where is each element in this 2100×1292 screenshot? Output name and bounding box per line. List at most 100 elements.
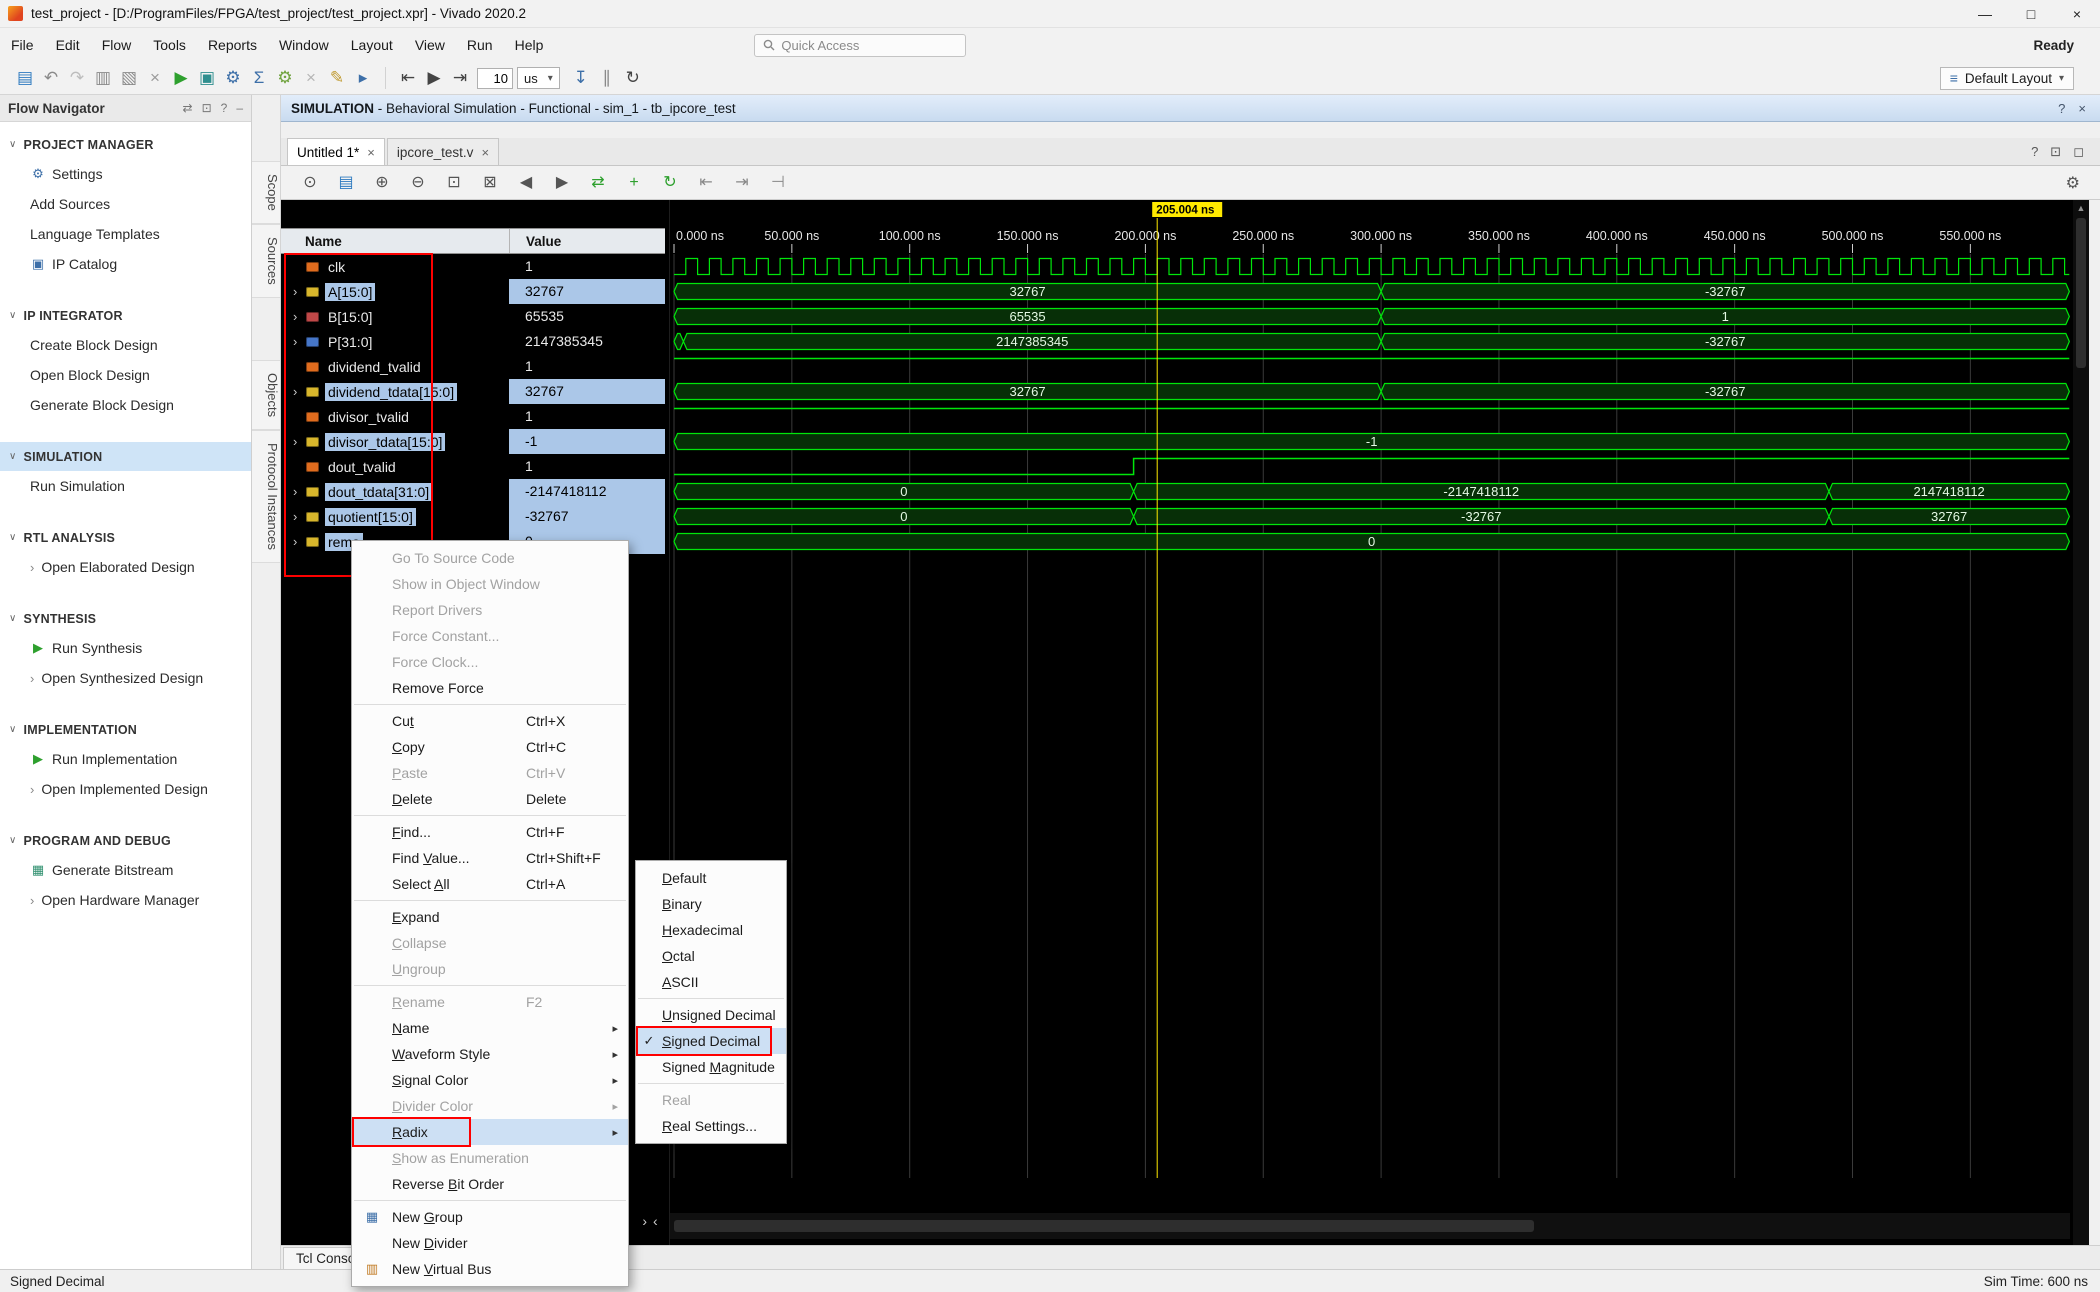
fn-section-header-synthesis[interactable]: ∨SYNTHESIS <box>0 604 251 633</box>
goto-start-icon[interactable]: ⇤ <box>695 172 717 194</box>
goto-end-icon[interactable]: ⇥ <box>731 172 753 194</box>
menu-item-binary[interactable]: Binary <box>636 891 786 917</box>
signal-row-a-15-0[interactable]: ›A[15:0]32767 <box>281 279 665 304</box>
expand-signal-icon[interactable]: › <box>293 309 306 324</box>
menu-item-radix[interactable]: Radix▸ <box>352 1119 628 1145</box>
side-tab-protocol-instances[interactable]: Protocol Instances <box>252 430 280 563</box>
fn-item-ip-catalog[interactable]: ▣IP Catalog <box>0 249 251 279</box>
scroll-up-icon[interactable]: ▲ <box>2073 200 2089 213</box>
side-tab-scope[interactable]: Scope <box>252 161 280 224</box>
menu-item-default[interactable]: Default <box>636 865 786 891</box>
value-column-header[interactable]: Value <box>509 229 665 253</box>
fn-section-header-rtl-analysis[interactable]: ∨RTL ANALYSIS <box>0 523 251 552</box>
flow-nav-dock-icon[interactable]: ⊡ <box>202 101 212 115</box>
name-column-header[interactable]: Name <box>281 234 509 249</box>
add-marker-icon[interactable]: + <box>623 172 645 194</box>
fit-markers-icon[interactable]: ⊣ <box>767 172 789 194</box>
menu-item-find-value[interactable]: Find Value...Ctrl+Shift+F <box>352 845 628 871</box>
next-transition-icon[interactable]: ▶ <box>551 172 573 194</box>
menu-item-select-all[interactable]: Select AllCtrl+A <box>352 871 628 897</box>
run-for-time-icon[interactable]: ⇥ <box>447 67 473 89</box>
menu-item-copy[interactable]: CopyCtrl+C <box>352 734 628 760</box>
report-icon[interactable]: ▣ <box>194 67 220 89</box>
run-icon[interactable]: ▶ <box>168 67 194 89</box>
run-all-icon[interactable]: ▶ <box>421 67 447 89</box>
signal-row-clk[interactable]: clk1 <box>281 254 665 279</box>
find-icon[interactable]: ⊙ <box>299 172 321 194</box>
panel-help-icon[interactable]: ? <box>2058 101 2065 116</box>
prev-transition-icon[interactable]: ◀ <box>515 172 537 194</box>
menu-help[interactable]: Help <box>504 33 555 57</box>
minimize-button[interactable]: — <box>1962 0 2008 28</box>
sum-icon[interactable]: Σ <box>246 67 272 89</box>
fn-item-run-implementation[interactable]: ▶Run Implementation <box>0 744 251 774</box>
fn-item-generate-block-design[interactable]: Generate Block Design <box>0 390 251 420</box>
menu-item-signal-color[interactable]: Signal Color▸ <box>352 1067 628 1093</box>
signal-row-divisor-tdata-15-0[interactable]: ›divisor_tdata[15:0]-1 <box>281 429 665 454</box>
menu-edit[interactable]: Edit <box>45 33 91 57</box>
fn-item-add-sources[interactable]: Add Sources <box>0 189 251 219</box>
fn-item-open-hardware-manager[interactable]: ›Open Hardware Manager <box>0 885 251 915</box>
splitter-collapse-icons[interactable]: ›‹ <box>637 1213 669 1229</box>
editor-help-icon[interactable]: ? <box>2031 144 2038 160</box>
wave-settings-gear-icon[interactable]: ⚙ <box>2066 173 2080 193</box>
close-tab-icon[interactable]: × <box>481 145 489 160</box>
fn-item-create-block-design[interactable]: Create Block Design <box>0 330 251 360</box>
side-tab-sources[interactable]: Sources <box>252 224 280 298</box>
swap-cursor-icon[interactable]: ⇄ <box>587 172 609 194</box>
paste-icon[interactable]: ▧ <box>116 67 142 89</box>
delete-icon[interactable]: × <box>142 67 168 89</box>
expand-signal-icon[interactable]: › <box>293 384 306 399</box>
undo-icon[interactable]: ↶ <box>38 67 64 89</box>
menu-item-signed-magnitude[interactable]: Signed Magnitude <box>636 1054 786 1080</box>
tasks-gear-icon[interactable]: ⚙ <box>272 67 298 89</box>
fn-section-header-implementation[interactable]: ∨IMPLEMENTATION <box>0 715 251 744</box>
step-icon[interactable]: ↧ <box>568 67 594 89</box>
horizontal-scrollbar[interactable] <box>670 1213 2070 1239</box>
fn-item-run-synthesis[interactable]: ▶Run Synthesis <box>0 633 251 663</box>
fn-section-header-program-and-debug[interactable]: ∨PROGRAM AND DEBUG <box>0 826 251 855</box>
quick-access-search[interactable]: Quick Access <box>754 34 966 57</box>
signal-row-quotient-15-0[interactable]: ›quotient[15:0]-32767 <box>281 504 665 529</box>
maximize-button[interactable]: □ <box>2008 0 2054 28</box>
tab-ipcore-test-v[interactable]: ipcore_test.v× <box>387 138 499 165</box>
layout-select[interactable]: ≡ Default Layout ▾ <box>1940 67 2074 90</box>
copy-icon[interactable]: ▥ <box>90 67 116 89</box>
menu-item-cut[interactable]: CutCtrl+X <box>352 708 628 734</box>
menu-item-new-group[interactable]: ▦New Group <box>352 1204 628 1230</box>
menu-run[interactable]: Run <box>456 33 504 57</box>
menu-item-waveform-style[interactable]: Waveform Style▸ <box>352 1041 628 1067</box>
menu-item-signed-decimal[interactable]: ✓Signed Decimal <box>636 1028 786 1054</box>
menu-item-ascii[interactable]: ASCII <box>636 969 786 995</box>
zoom-in-icon[interactable]: ⊕ <box>371 172 393 194</box>
restart-sim-icon[interactable]: ⇤ <box>395 67 421 89</box>
menu-item-delete[interactable]: DeleteDelete <box>352 786 628 812</box>
expand-signal-icon[interactable]: › <box>293 434 306 449</box>
close-button[interactable]: × <box>2054 0 2100 28</box>
menu-file[interactable]: File <box>0 33 45 57</box>
tab-untitled-1[interactable]: Untitled 1*× <box>287 138 385 165</box>
expand-signal-icon[interactable]: › <box>293 509 306 524</box>
zoom-out-icon[interactable]: ⊖ <box>407 172 429 194</box>
waveform-canvas[interactable]: 0.000 ns50.000 ns100.000 ns150.000 ns200… <box>670 200 2070 1245</box>
sim-time-input[interactable] <box>477 68 513 89</box>
fn-section-header-simulation[interactable]: ∨SIMULATION <box>0 442 251 471</box>
flow-nav-minimize-icon[interactable]: ‒ <box>236 101 243 115</box>
probe-icon[interactable]: ▸ <box>350 67 376 89</box>
settings-gear-icon[interactable]: ⚙ <box>220 67 246 89</box>
menu-item-unsigned-decimal[interactable]: Unsigned Decimal <box>636 1002 786 1028</box>
save-project-icon[interactable]: ▤ <box>12 67 38 89</box>
signal-row-p-31-0[interactable]: ›P[31:0]2147385345 <box>281 329 665 354</box>
flow-nav-options-icon[interactable]: ⇄ <box>183 101 193 115</box>
fn-item-run-simulation[interactable]: Run Simulation <box>0 471 251 501</box>
fn-item-open-elaborated-design[interactable]: ›Open Elaborated Design <box>0 552 251 582</box>
fn-item-generate-bitstream[interactable]: ▦Generate Bitstream <box>0 855 251 885</box>
signal-row-b-15-0[interactable]: ›B[15:0]65535 <box>281 304 665 329</box>
signal-row-dividend-tvalid[interactable]: dividend_tvalid1 <box>281 354 665 379</box>
menu-tools[interactable]: Tools <box>142 33 197 57</box>
expand-signal-icon[interactable]: › <box>293 484 306 499</box>
fn-section-header-project-manager[interactable]: ∨PROJECT MANAGER <box>0 130 251 159</box>
close-tab-icon[interactable]: × <box>367 145 375 160</box>
save-waveform-icon[interactable]: ▤ <box>335 172 357 194</box>
menu-item-octal[interactable]: Octal <box>636 943 786 969</box>
